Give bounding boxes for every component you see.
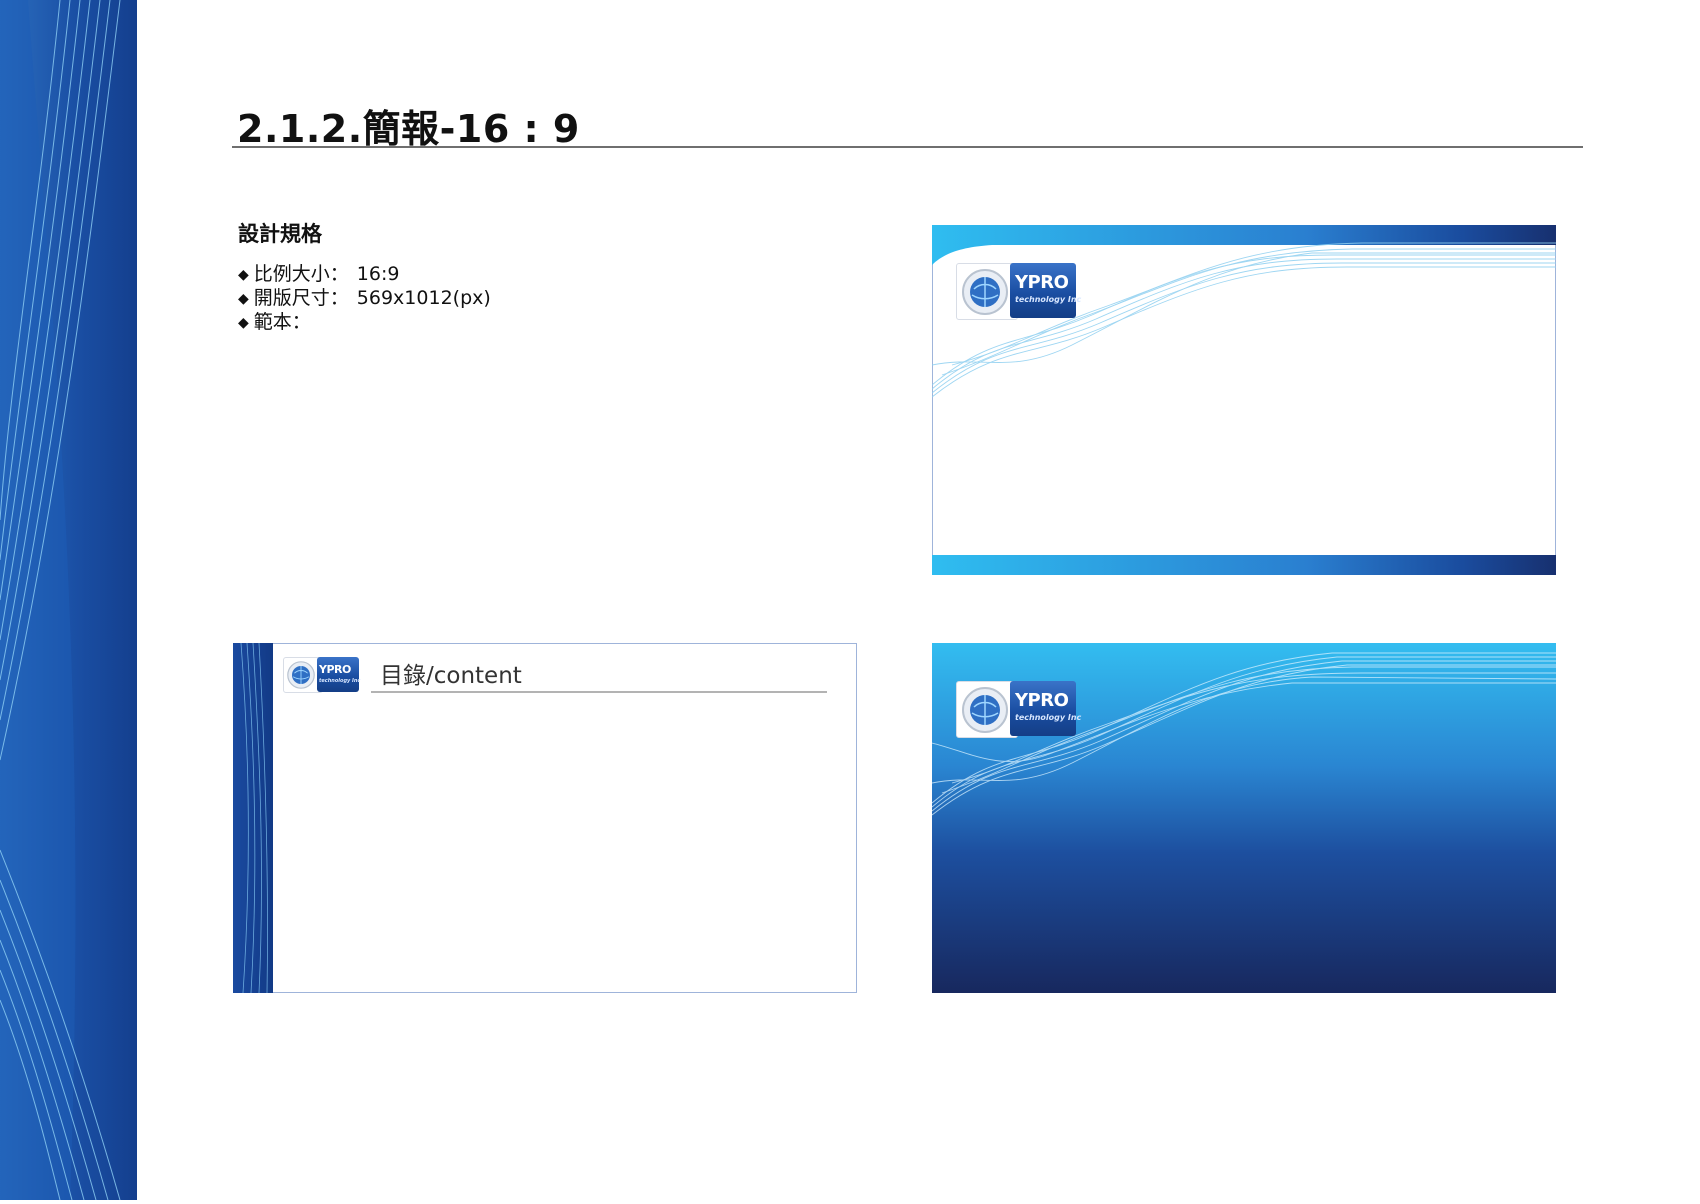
globe-logo-icon bbox=[962, 269, 1008, 315]
globe-logo-icon bbox=[287, 661, 315, 689]
spec-heading: 設計規格 bbox=[238, 222, 322, 246]
content-title: 目錄/content bbox=[380, 663, 522, 689]
template-content-page: YPRO technology Inc bbox=[233, 643, 857, 993]
bullet-icon: ◆ bbox=[238, 267, 249, 283]
template-cover-blue: YPRO technology Inc bbox=[932, 643, 1556, 993]
spec-item-label: 開版尺寸： bbox=[253, 287, 349, 309]
ypro-logo: YPRO technology Inc bbox=[283, 657, 360, 693]
spec-item-template: ◆ 範本： bbox=[238, 307, 311, 334]
template-cover-white: YPRO technology Inc bbox=[932, 225, 1556, 575]
title-divider bbox=[232, 146, 1583, 148]
globe-logo-icon bbox=[962, 687, 1008, 733]
side-decoration-band bbox=[0, 0, 137, 1201]
bullet-icon: ◆ bbox=[238, 315, 249, 331]
spec-item-label: 比例大小： bbox=[253, 263, 349, 285]
spec-item-value: 569x1012(px) bbox=[356, 287, 491, 309]
spec-item-size: ◆ 開版尺寸： 569x1012(px) bbox=[238, 283, 491, 310]
spec-item-ratio: ◆ 比例大小： 16:9 bbox=[238, 259, 399, 286]
spec-item-value: 16:9 bbox=[356, 263, 400, 285]
bullet-icon: ◆ bbox=[238, 291, 249, 307]
ypro-logo: YPRO technology Inc bbox=[956, 681, 1081, 738]
ypro-logo: YPRO technology Inc bbox=[956, 263, 1081, 320]
page-title: 2.1.2.簡報-16 : 9 bbox=[237, 107, 580, 151]
spec-item-label: 範本： bbox=[253, 311, 311, 333]
